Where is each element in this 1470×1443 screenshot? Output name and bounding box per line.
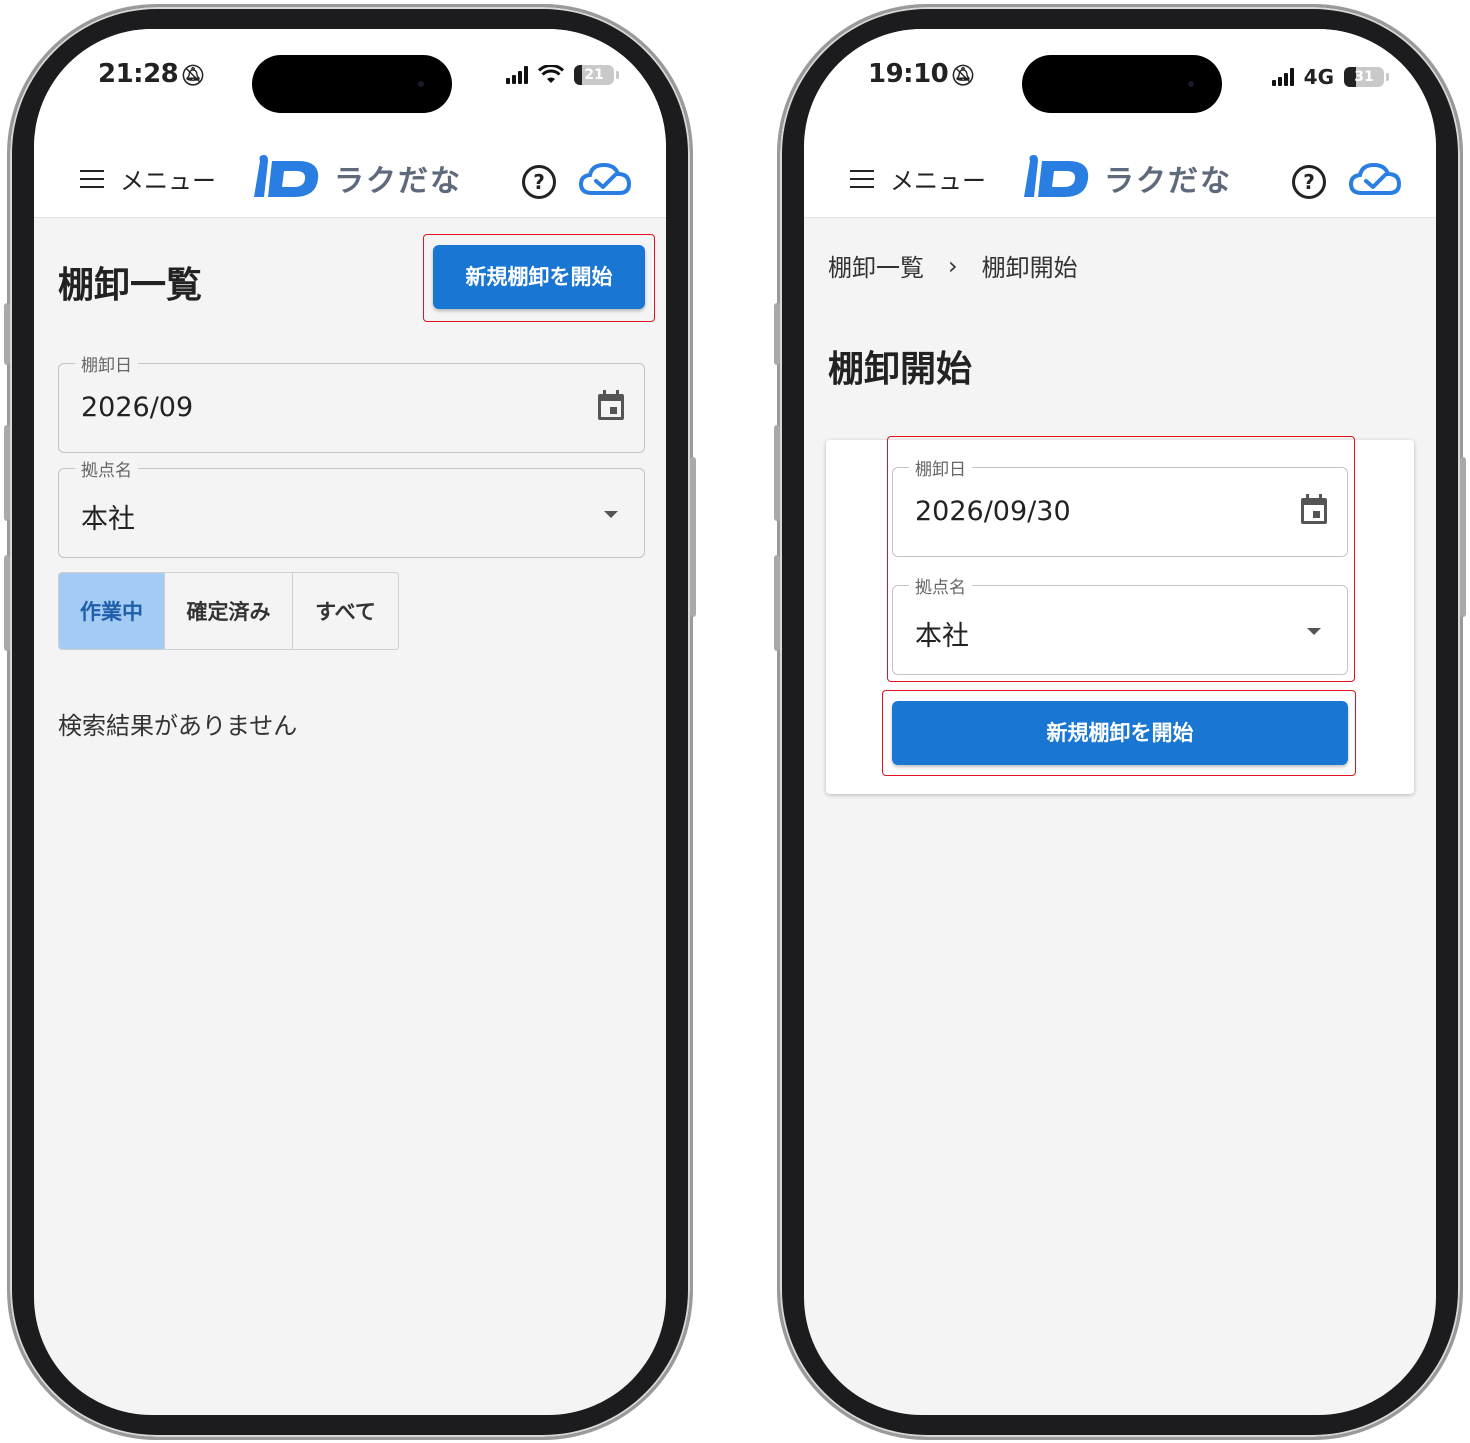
field-value: 2026/09 bbox=[81, 392, 194, 423]
dynamic-island bbox=[252, 55, 452, 113]
side-button bbox=[4, 555, 10, 651]
bell-muted-icon: 🔕︎ bbox=[180, 63, 206, 87]
filter-in-progress[interactable]: 作業中 bbox=[59, 573, 165, 649]
highlight-box bbox=[887, 436, 1355, 682]
chevron-down-icon bbox=[604, 511, 618, 518]
menu-button[interactable]: メニュー bbox=[850, 161, 986, 196]
page-title: 棚卸一覧 bbox=[58, 265, 203, 306]
status-bar: 19:10 🔕︎ 4G 31 bbox=[804, 29, 1436, 139]
brand-logo: ラクだな bbox=[1020, 153, 1232, 203]
brand-logo: ラクだな bbox=[250, 153, 462, 203]
hamburger-icon bbox=[80, 169, 104, 188]
filter-all[interactable]: すべて bbox=[293, 573, 398, 649]
battery-icon: 31 bbox=[1344, 67, 1389, 87]
screen-left: 21:28 🔕︎ 21 メニュー ラクだな ? 棚卸一覧 新規棚卸を開始 棚卸日… bbox=[34, 29, 666, 1415]
wifi-icon bbox=[538, 65, 564, 83]
menu-label: メニュー bbox=[890, 167, 986, 195]
breadcrumb-parent-link[interactable]: 棚卸一覧 bbox=[828, 248, 924, 283]
dynamic-island bbox=[1022, 55, 1222, 113]
breadcrumb-current: 棚卸開始 bbox=[981, 254, 1078, 282]
side-button bbox=[4, 303, 10, 365]
side-button bbox=[1460, 457, 1466, 617]
new-inventory-button[interactable]: 新規棚卸を開始 bbox=[892, 701, 1348, 765]
menu-label: メニュー bbox=[120, 167, 216, 195]
side-button bbox=[774, 303, 780, 365]
field-label: 拠点名 bbox=[75, 456, 138, 481]
inventory-date-field[interactable]: 棚卸日 2026/09 bbox=[58, 351, 645, 453]
signal-icon bbox=[1271, 68, 1294, 86]
status-icons: 21 bbox=[506, 65, 619, 85]
breadcrumb: 棚卸一覧 › 棚卸開始 bbox=[828, 248, 1078, 283]
page-title: 棚卸開始 bbox=[828, 349, 973, 390]
screen-right: 19:10 🔕︎ 4G 31 メニュー ラクだな ? 棚卸一覧 › 棚卸開始 棚… bbox=[804, 29, 1436, 1415]
main-content: 棚卸一覧 › 棚卸開始 棚卸開始 棚卸日 2026/09/30 拠点名 本社 新… bbox=[804, 218, 1436, 1415]
chevron-right-icon: › bbox=[948, 251, 958, 280]
help-icon[interactable]: ? bbox=[1292, 165, 1326, 199]
status-time: 21:28 🔕︎ bbox=[98, 59, 206, 89]
brand-name: ラクだな bbox=[334, 164, 462, 199]
field-value: 本社 bbox=[81, 504, 135, 535]
help-icon[interactable]: ? bbox=[522, 165, 556, 199]
app-bar: メニュー ラクだな ? bbox=[34, 139, 666, 218]
status-bar: 21:28 🔕︎ 21 bbox=[34, 29, 666, 139]
side-button bbox=[774, 425, 780, 521]
hamburger-icon bbox=[850, 169, 874, 188]
side-button bbox=[774, 555, 780, 651]
phone-right: 19:10 🔕︎ 4G 31 メニュー ラクだな ? 棚卸一覧 › 棚卸開始 棚… bbox=[774, 4, 1466, 1440]
camera-icon bbox=[1188, 81, 1194, 87]
empty-result-message: 検索結果がありません bbox=[58, 712, 298, 740]
status-time: 19:10 🔕︎ bbox=[868, 59, 976, 89]
logo-mark-icon bbox=[1024, 155, 1089, 197]
signal-icon bbox=[506, 66, 528, 84]
status-icons: 4G 31 bbox=[1271, 65, 1389, 89]
calendar-icon[interactable] bbox=[596, 390, 626, 422]
phone-left: 21:28 🔕︎ 21 メニュー ラクだな ? 棚卸一覧 新規棚卸を開始 棚卸日… bbox=[4, 4, 696, 1440]
side-button bbox=[690, 457, 696, 617]
location-select[interactable]: 拠点名 本社 bbox=[58, 456, 645, 558]
logo-mark-icon bbox=[254, 155, 319, 197]
brand-name: ラクだな bbox=[1104, 164, 1232, 199]
network-type: 4G bbox=[1303, 65, 1334, 89]
new-inventory-button[interactable]: 新規棚卸を開始 bbox=[433, 245, 645, 309]
camera-icon bbox=[418, 81, 424, 87]
app-bar: メニュー ラクだな ? bbox=[804, 139, 1436, 218]
cloud-sync-icon[interactable] bbox=[1348, 161, 1402, 197]
side-button bbox=[4, 425, 10, 521]
menu-button[interactable]: メニュー bbox=[80, 161, 216, 196]
field-label: 棚卸日 bbox=[75, 351, 138, 376]
cloud-sync-icon[interactable] bbox=[578, 161, 632, 197]
start-inventory-card: 棚卸日 2026/09/30 拠点名 本社 新規棚卸を開始 bbox=[826, 436, 1414, 794]
bell-muted-icon: 🔕︎ bbox=[950, 63, 976, 87]
battery-icon: 21 bbox=[574, 65, 619, 85]
status-filter-group: 作業中 確定済み すべて bbox=[58, 572, 399, 650]
filter-confirmed[interactable]: 確定済み bbox=[165, 573, 293, 649]
main-content: 棚卸一覧 新規棚卸を開始 棚卸日 2026/09 拠点名 本社 作業中 確定済み bbox=[34, 218, 666, 1415]
